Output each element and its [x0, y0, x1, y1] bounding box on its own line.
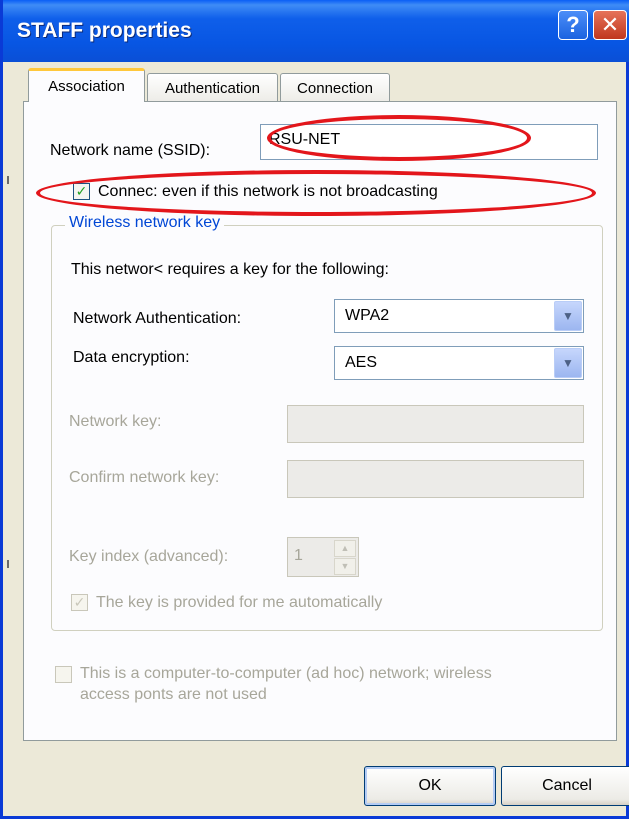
network-auth-value: WPA2	[345, 307, 390, 324]
cancel-label: Cancel	[542, 777, 592, 794]
chevron-down-icon[interactable]: ▼	[554, 301, 582, 331]
network-auth-label: Network Authentication:	[73, 310, 242, 327]
chevron-down-icon[interactable]: ▼	[554, 348, 582, 378]
network-key-label: Network key:	[69, 413, 162, 430]
data-encryption-select[interactable]: AES ▼	[334, 346, 584, 380]
confirm-key-input[interactable]	[287, 460, 584, 498]
spin-down-icon[interactable]: ▼	[334, 558, 356, 575]
cancel-button[interactable]: Cancel	[501, 766, 629, 806]
tab-authentication[interactable]: Authentication	[147, 73, 278, 103]
help-button[interactable]: ?	[558, 10, 588, 40]
key-index-spinner[interactable]: 1 ▲ ▼	[287, 537, 359, 577]
tab-label: Association	[48, 78, 125, 95]
tab-association[interactable]: Association	[28, 68, 145, 102]
edge-mark	[7, 560, 9, 568]
window-title: STAFF properties	[17, 19, 192, 42]
data-encryption-label: Data encryption:	[73, 349, 190, 366]
tab-connection[interactable]: Connection	[280, 73, 390, 103]
requires-key-text: This networ< requires a key for the foll…	[71, 261, 389, 278]
adhoc-label-line2: access ponts are not used	[80, 686, 267, 703]
ssid-input[interactable]: RSU-NET	[260, 124, 598, 160]
ok-button[interactable]: OK	[364, 766, 496, 806]
tab-label: Connection	[297, 80, 373, 97]
connect-even-label: Connec: even if this network is not broa…	[98, 183, 438, 200]
auto-key-label: The key is provided for me automatically	[96, 594, 383, 611]
title-bar[interactable]: STAFF properties ? ✕	[3, 0, 629, 62]
ssid-value: RSU-NET	[269, 131, 341, 148]
key-index-label: Key index (advanced):	[69, 548, 229, 565]
close-icon: ✕	[600, 12, 620, 37]
network-auth-select[interactable]: WPA2 ▼	[334, 299, 584, 333]
key-index-value: 1	[294, 547, 303, 564]
help-icon: ?	[566, 12, 580, 37]
tab-label: Authentication	[164, 80, 261, 97]
connect-even-checkbox[interactable]: ✓	[73, 183, 90, 200]
adhoc-checkbox[interactable]	[55, 666, 72, 683]
adhoc-label-line1: This is a computer-to-computer (ad hoc) …	[80, 665, 492, 682]
ok-label: OK	[418, 777, 442, 794]
data-encryption-value: AES	[345, 354, 378, 371]
dialog-window: STAFF properties ? ✕ Authentication Conn…	[0, 0, 629, 819]
auto-key-checkbox[interactable]: ✓	[71, 594, 88, 611]
spin-up-icon[interactable]: ▲	[334, 540, 356, 557]
ssid-label: Network name (SSID):	[50, 142, 211, 159]
confirm-key-label: Confirm network key:	[69, 469, 220, 486]
network-key-input[interactable]	[287, 405, 584, 443]
wireless-key-group-title: Wireless network key	[65, 214, 225, 232]
edge-mark	[7, 176, 9, 184]
close-button[interactable]: ✕	[593, 10, 627, 40]
